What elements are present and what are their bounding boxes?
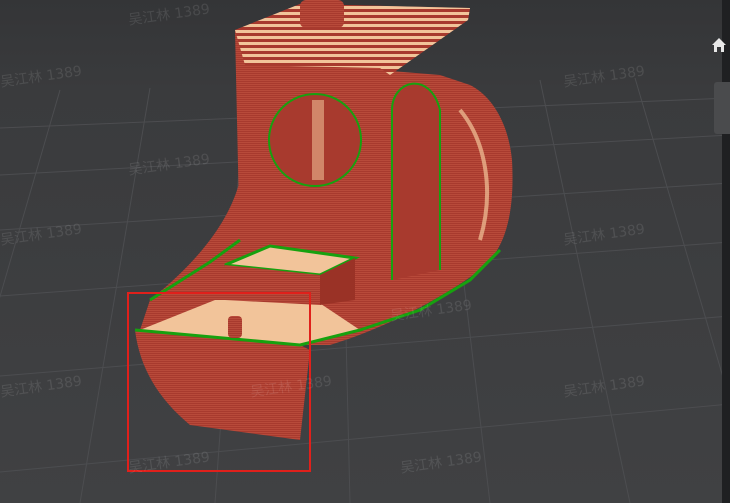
model-scene[interactable] xyxy=(0,0,730,503)
home-button[interactable] xyxy=(708,34,730,56)
side-panel-tab[interactable] xyxy=(714,82,730,134)
cabin-roof xyxy=(235,4,470,75)
boat-model[interactable] xyxy=(134,0,513,440)
bow-front xyxy=(135,330,310,440)
chimney xyxy=(300,0,344,28)
bollard xyxy=(228,316,242,338)
home-icon xyxy=(712,38,726,52)
right-side-panel xyxy=(722,0,730,503)
arched-door xyxy=(391,82,441,280)
3d-preview-viewport[interactable]: 吴江林 1389 吴江林 1389 吴江林 1389 吴江林 1389 吴江林 … xyxy=(0,0,730,503)
